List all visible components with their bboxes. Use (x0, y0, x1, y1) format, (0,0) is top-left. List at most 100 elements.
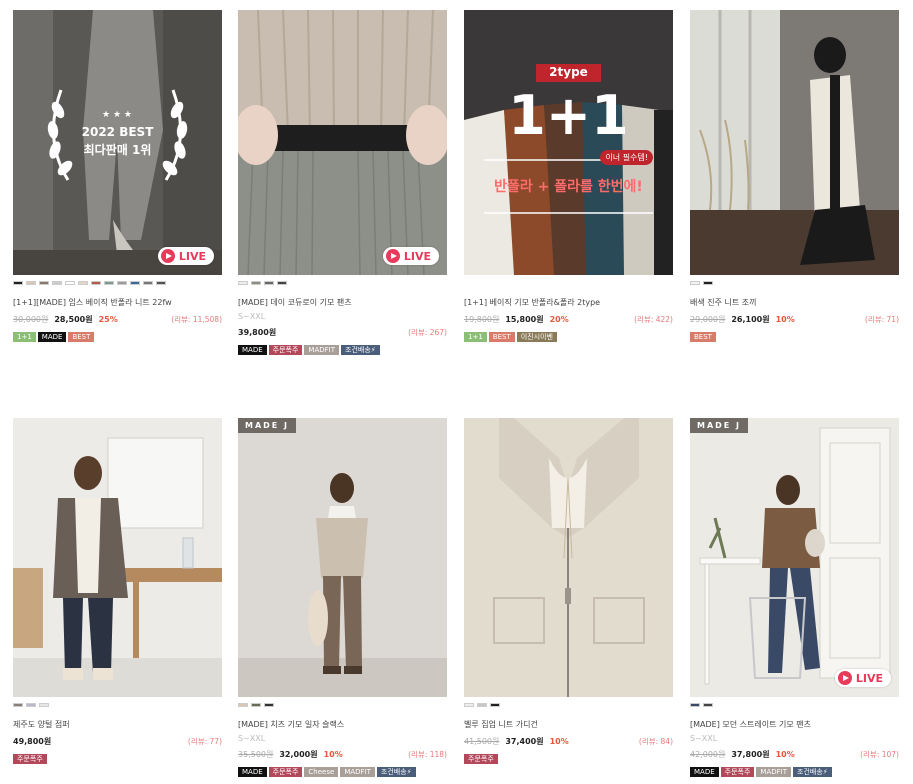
color-swatch[interactable] (703, 281, 713, 285)
product-badge: 1+1 (13, 332, 36, 342)
live-badge[interactable]: LIVE (157, 247, 214, 265)
color-swatch[interactable] (703, 703, 713, 707)
sale-price: 32,000원 (279, 750, 318, 759)
type-label: 2type (549, 65, 588, 79)
color-swatch[interactable] (39, 703, 49, 707)
product-badge: 조건배송⚡ (376, 767, 416, 777)
discount-rate: 10% (323, 750, 343, 759)
color-swatch[interactable] (238, 703, 248, 707)
badge-list: MADE 주문폭주 Cheese MADFIT 조건배송⚡ (238, 767, 447, 777)
product-badge: 주문폭주 (720, 767, 755, 777)
color-swatch[interactable] (690, 281, 700, 285)
product-name[interactable]: 벨루 집업 니트 가디건 (464, 719, 673, 730)
svg-text:★ ★ ★: ★ ★ ★ (102, 110, 132, 120)
live-badge[interactable]: LIVE (834, 669, 891, 687)
color-swatch[interactable] (91, 281, 101, 285)
sale-price: 26,100원 (731, 315, 770, 324)
color-swatch[interactable] (130, 281, 140, 285)
live-badge[interactable]: LIVE (382, 247, 439, 265)
color-swatch[interactable] (26, 703, 36, 707)
color-swatch[interactable] (104, 281, 114, 285)
product-card[interactable]: 제주도 양털 점퍼 49,800원 (리뷰: 77) 주문폭주 (13, 418, 222, 764)
product-card[interactable]: 벨루 집업 니트 가디건 41,500원 37,400원 10% (리뷰: 84… (464, 418, 673, 764)
product-image[interactable]: LIVE (238, 10, 447, 275)
product-card[interactable]: 배색 진주 니트 조끼 29,000원 26,100원 10% (리뷰: 71)… (690, 10, 899, 342)
product-name[interactable]: [MADE] 데이 코듀로이 기모 팬츠 (238, 297, 447, 308)
color-swatch[interactable] (39, 281, 49, 285)
color-swatch[interactable] (464, 703, 474, 707)
color-swatch[interactable] (156, 281, 166, 285)
badge-list: BEST (690, 332, 899, 342)
color-swatch[interactable] (690, 703, 700, 707)
color-swatch[interactable] (143, 281, 153, 285)
color-swatch[interactable] (13, 281, 23, 285)
review-count[interactable]: (리뷰: 71) (865, 314, 899, 325)
color-swatch[interactable] (26, 281, 36, 285)
size-range: S~XXL (690, 734, 718, 743)
product-name[interactable]: 배색 진주 니트 조끼 (690, 297, 899, 308)
sale-price: 37,800원 (731, 750, 770, 759)
product-badge: MADE (690, 767, 719, 777)
product-image[interactable] (690, 10, 899, 275)
product-card[interactable]: LIVE [MADE] 데이 코듀로이 기모 팬츠 S~XXL 39,800원 … (238, 10, 447, 355)
review-count[interactable]: (리뷰: 422) (634, 314, 673, 325)
product-badge: MADFIT (304, 345, 340, 355)
sale-price: 49,800원 (13, 737, 52, 746)
color-swatch[interactable] (238, 281, 248, 285)
review-count[interactable]: (리뷰: 11,508) (171, 314, 222, 325)
product-image[interactable]: 2type 1+1 이너 필수템! 반폴라 + 폴라를 한번에! (464, 10, 673, 275)
product-name[interactable]: [1+1] 베이직 기모 반폴라&폴라 2type (464, 297, 673, 308)
cardigan-photo (464, 418, 673, 697)
color-swatch[interactable] (477, 703, 487, 707)
jumper-photo (13, 418, 222, 697)
price-line: 39,800원 (리뷰: 267) (238, 327, 447, 338)
original-price: 35,500원 (238, 750, 274, 759)
product-image[interactable]: ★ ★ ★ 2022 BEST 최다판매 1위 LIVE (13, 10, 222, 275)
color-swatch[interactable] (65, 281, 75, 285)
product-badge: MADE (238, 345, 267, 355)
review-count[interactable]: (리뷰: 77) (188, 736, 222, 747)
color-swatch[interactable] (52, 281, 62, 285)
product-badge: 주문폭주 (268, 345, 303, 355)
color-swatch[interactable] (490, 703, 500, 707)
color-swatch[interactable] (251, 281, 261, 285)
product-card[interactable]: 2type 1+1 이너 필수템! 반폴라 + 폴라를 한번에! [1+1] 베… (464, 10, 673, 342)
product-image[interactable] (13, 418, 222, 697)
product-name[interactable]: [MADE] 치즈 기모 일자 슬랙스 (238, 719, 447, 730)
review-count[interactable]: (리뷰: 84) (639, 736, 673, 747)
product-image[interactable]: MADE J LIVE (690, 418, 899, 697)
product-image[interactable]: MADE J (238, 418, 447, 697)
price-line: 41,500원 37,400원 10% (리뷰: 84) (464, 736, 673, 747)
product-badge: 주문폭주 (13, 754, 47, 764)
color-swatch[interactable] (277, 281, 287, 285)
product-card[interactable]: MADE J [MADE] 치즈 기모 일자 슬랙스 S~XXL 35,500원… (238, 418, 447, 777)
corduroy-photo (238, 10, 447, 275)
color-swatch[interactable] (264, 703, 274, 707)
product-name[interactable]: [MADE] 모던 스트레이트 기모 팬츠 (690, 719, 899, 730)
review-count[interactable]: (리뷰: 107) (860, 749, 899, 760)
badge-list: MADE 주문폭주 MADFIT 조건배송⚡ (690, 767, 899, 777)
play-icon (385, 249, 400, 263)
product-image[interactable] (464, 418, 673, 697)
color-swatch[interactable] (78, 281, 88, 285)
product-badge: 이진시이벤 (516, 332, 557, 342)
color-swatch[interactable] (117, 281, 127, 285)
price-line: 19,800원 15,800원 20% (리뷰: 422) (464, 314, 673, 325)
slacks-photo (238, 418, 447, 697)
color-swatch[interactable] (251, 703, 261, 707)
product-card[interactable]: ★ ★ ★ 2022 BEST 최다판매 1위 LIVE [1+1][MADE]… (13, 10, 222, 342)
color-swatch[interactable] (13, 703, 23, 707)
play-icon (837, 671, 852, 685)
badge-list: 주문폭주 (13, 754, 222, 764)
price-line: 29,000원 26,100원 10% (리뷰: 71) (690, 314, 899, 325)
price-line: 42,000원 37,800원 10% (리뷰: 107) (690, 749, 899, 760)
live-label: LIVE (178, 249, 206, 263)
color-swatch[interactable] (264, 281, 274, 285)
product-name[interactable]: 제주도 양털 점퍼 (13, 719, 222, 730)
product-name[interactable]: [1+1][MADE] 임스 베이직 반폴라 니트 22fw (13, 297, 222, 308)
color-swatches (464, 703, 673, 707)
badge-list: 1+1 BEST 이진시이벤 (464, 332, 673, 342)
product-card[interactable]: MADE J LIVE [MADE] 모던 스트레이트 기모 팬츠 S~XXL … (690, 418, 899, 777)
review-count[interactable]: (리뷰: 118) (408, 749, 447, 760)
review-count[interactable]: (리뷰: 267) (408, 327, 447, 338)
